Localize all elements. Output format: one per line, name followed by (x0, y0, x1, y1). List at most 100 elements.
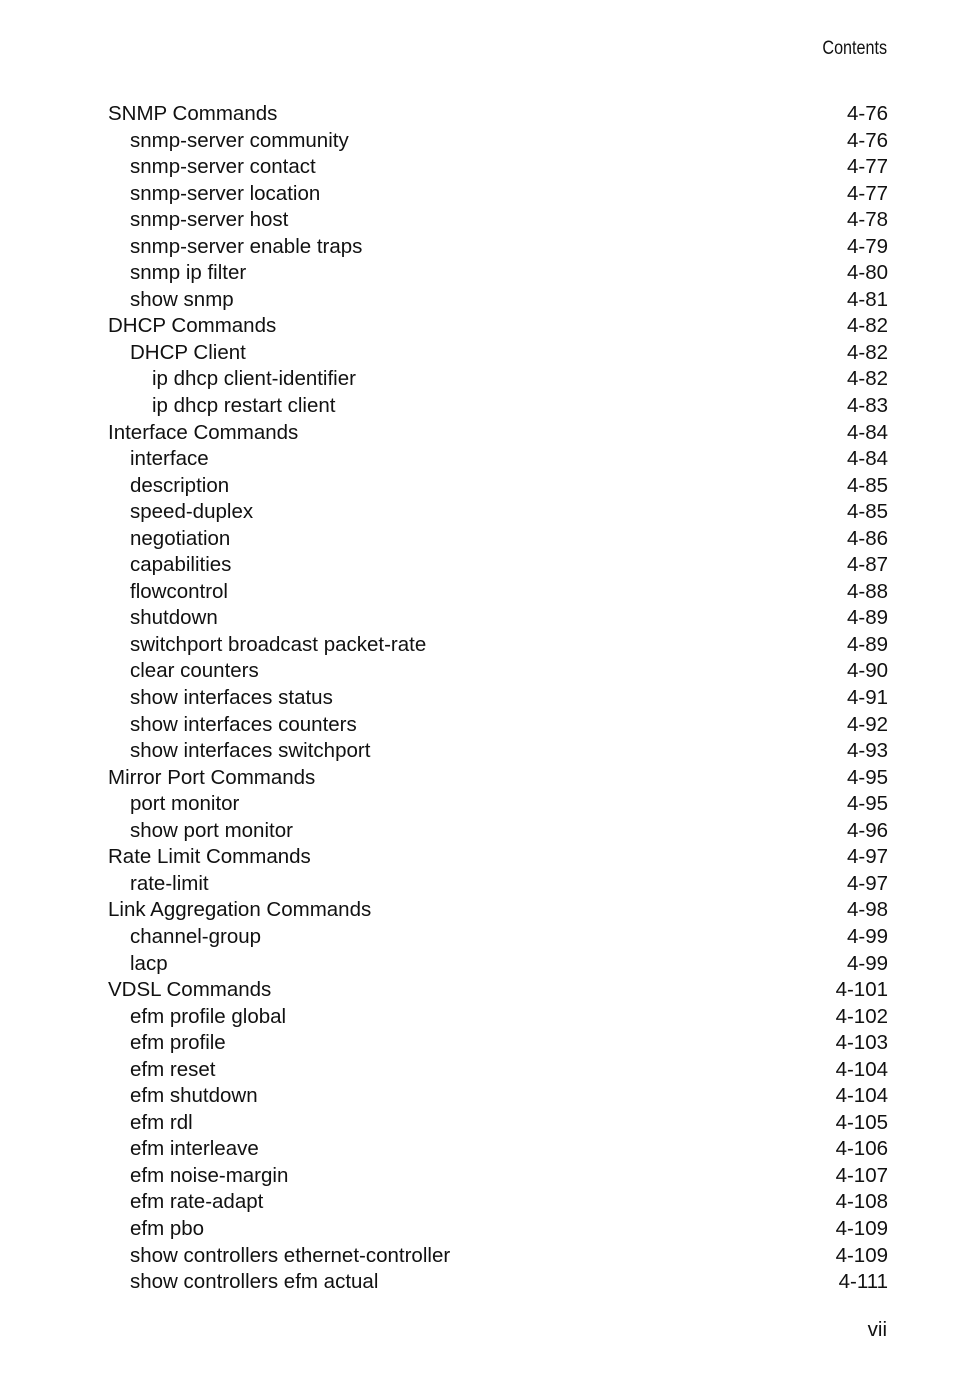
toc-entry-page[interactable]: 4-109 (836, 1243, 888, 1270)
toc-entry-page[interactable]: 4-82 (847, 366, 888, 393)
toc-entry[interactable]: port monitor 4-95 (108, 791, 888, 818)
toc-entry-title[interactable]: efm shutdown (108, 1084, 258, 1107)
toc-entry-page[interactable]: 4-93 (847, 738, 888, 765)
toc-section-entry[interactable]: DHCP Commands 4-82 (108, 313, 888, 340)
toc-entry-page[interactable]: 4-87 (847, 552, 888, 579)
toc-entry-title[interactable]: efm rdl (108, 1111, 193, 1134)
toc-section-entry[interactable]: Link Aggregation Commands 4-98 (108, 897, 888, 924)
toc-entry-title[interactable]: Rate Limit Commands (108, 845, 311, 868)
toc-entry-page[interactable]: 4-99 (847, 924, 888, 951)
toc-entry-page[interactable]: 4-97 (847, 844, 888, 871)
toc-entry-page[interactable]: 4-89 (847, 632, 888, 659)
toc-entry[interactable]: show interfaces status 4-91 (108, 685, 888, 712)
toc-entry-page[interactable]: 4-89 (847, 605, 888, 632)
toc-entry-title[interactable]: flowcontrol (108, 580, 228, 603)
toc-entry-title[interactable]: SNMP Commands (108, 102, 277, 125)
toc-entry-title[interactable]: negotiation (108, 527, 230, 550)
toc-entry[interactable]: flowcontrol 4-88 (108, 579, 888, 606)
toc-entry[interactable]: show port monitor 4-96 (108, 818, 888, 845)
toc-entry[interactable]: show snmp 4-81 (108, 287, 888, 314)
toc-entry-title[interactable]: switchport broadcast packet-rate (108, 633, 426, 656)
toc-entry-page[interactable]: 4-104 (836, 1083, 888, 1110)
toc-entry-title[interactable]: ip dhcp client-identifier (108, 367, 356, 390)
toc-entry-title[interactable]: ip dhcp restart client (108, 394, 335, 417)
toc-entry[interactable]: show interfaces counters 4-92 (108, 712, 888, 739)
toc-entry-page[interactable]: 4-96 (847, 818, 888, 845)
toc-entry[interactable]: shutdown 4-89 (108, 605, 888, 632)
toc-entry-title[interactable]: show controllers efm actual (108, 1270, 378, 1293)
toc-entry-title[interactable]: snmp-server host (108, 208, 288, 231)
toc-entry[interactable]: ip dhcp restart client 4-83 (108, 393, 888, 420)
toc-entry-page[interactable]: 4-90 (847, 658, 888, 685)
toc-entry-page[interactable]: 4-92 (847, 712, 888, 739)
toc-entry[interactable]: show interfaces switchport 4-93 (108, 738, 888, 765)
toc-entry-title[interactable]: rate-limit (108, 872, 209, 895)
toc-entry-title[interactable]: efm profile global (108, 1005, 286, 1028)
toc-entry[interactable]: efm shutdown 4-104 (108, 1083, 888, 1110)
toc-entry[interactable]: speed-duplex 4-85 (108, 499, 888, 526)
toc-entry-title[interactable]: show controllers ethernet-controller (108, 1244, 450, 1267)
toc-entry-title[interactable]: efm pbo (108, 1217, 204, 1240)
toc-entry[interactable]: description 4-85 (108, 473, 888, 500)
toc-entry-page[interactable]: 4-108 (836, 1189, 888, 1216)
toc-entry-title[interactable]: efm noise-margin (108, 1164, 288, 1187)
toc-entry[interactable]: snmp-server contact 4-77 (108, 154, 888, 181)
toc-entry[interactable]: snmp-server enable traps 4-79 (108, 234, 888, 261)
toc-entry[interactable]: snmp-server host 4-78 (108, 207, 888, 234)
toc-entry[interactable]: show controllers ethernet-controller 4-10… (108, 1243, 888, 1270)
toc-entry-title[interactable]: DHCP Client (108, 341, 246, 364)
toc-entry-title[interactable]: DHCP Commands (108, 314, 276, 337)
toc-entry-page[interactable]: 4-98 (847, 897, 888, 924)
toc-entry-title[interactable]: speed-duplex (108, 500, 253, 523)
toc-entry[interactable]: interface 4-84 (108, 446, 888, 473)
toc-entry[interactable]: ip dhcp client-identifier 4-82 (108, 366, 888, 393)
toc-entry-title[interactable]: snmp-server location (108, 182, 320, 205)
toc-entry-page[interactable]: 4-81 (847, 287, 888, 314)
toc-entry[interactable]: efm interleave 4-106 (108, 1136, 888, 1163)
toc-entry-page[interactable]: 4-82 (847, 313, 888, 340)
toc-entry-page[interactable]: 4-104 (836, 1057, 888, 1084)
toc-entry-page[interactable]: 4-84 (847, 446, 888, 473)
toc-entry-title[interactable]: show interfaces switchport (108, 739, 370, 762)
toc-entry-page[interactable]: 4-109 (836, 1216, 888, 1243)
toc-entry-page[interactable]: 4-106 (836, 1136, 888, 1163)
toc-entry-title[interactable]: snmp-server contact (108, 155, 316, 178)
toc-entry[interactable]: efm rate-adapt 4-108 (108, 1189, 888, 1216)
toc-entry-page[interactable]: 4-76 (847, 128, 888, 155)
toc-section-entry[interactable]: VDSL Commands 4-101 (108, 977, 888, 1004)
toc-entry-page[interactable]: 4-111 (839, 1269, 888, 1296)
toc-entry-page[interactable]: 4-99 (847, 951, 888, 978)
toc-entry-title[interactable]: snmp-server enable traps (108, 235, 362, 258)
toc-entry-page[interactable]: 4-95 (847, 765, 888, 792)
toc-entry-page[interactable]: 4-85 (847, 499, 888, 526)
toc-entry-title[interactable]: VDSL Commands (108, 978, 271, 1001)
toc-entry-title[interactable]: Link Aggregation Commands (108, 898, 371, 921)
toc-entry[interactable]: snmp-server location 4-77 (108, 181, 888, 208)
toc-entry-page[interactable]: 4-101 (836, 977, 888, 1004)
toc-entry[interactable]: efm pbo 4-109 (108, 1216, 888, 1243)
toc-entry[interactable]: snmp-server community 4-76 (108, 128, 888, 155)
toc-section-entry[interactable]: Interface Commands 4-84 (108, 420, 888, 447)
toc-entry-title[interactable]: port monitor (108, 792, 239, 815)
toc-entry-title[interactable]: efm interleave (108, 1137, 259, 1160)
toc-entry[interactable]: rate-limit 4-97 (108, 871, 888, 898)
toc-entry-title[interactable]: show interfaces counters (108, 713, 357, 736)
toc-entry-page[interactable]: 4-82 (847, 340, 888, 367)
toc-entry-page[interactable]: 4-77 (847, 154, 888, 181)
toc-entry-page[interactable]: 4-91 (847, 685, 888, 712)
toc-entry-page[interactable]: 4-79 (847, 234, 888, 261)
toc-entry-page[interactable]: 4-103 (836, 1030, 888, 1057)
toc-entry-page[interactable]: 4-84 (847, 420, 888, 447)
toc-entry-page[interactable]: 4-107 (836, 1163, 888, 1190)
toc-entry-page[interactable]: 4-102 (836, 1004, 888, 1031)
toc-entry-title[interactable]: efm rate-adapt (108, 1190, 263, 1213)
toc-section-entry[interactable]: Rate Limit Commands 4-97 (108, 844, 888, 871)
toc-entry-title[interactable]: shutdown (108, 606, 218, 629)
toc-entry[interactable]: efm reset 4-104 (108, 1057, 888, 1084)
toc-entry-title[interactable]: snmp ip filter (108, 261, 246, 284)
toc-entry-title[interactable]: interface (108, 447, 209, 470)
toc-entry-title[interactable]: snmp-server community (108, 129, 349, 152)
toc-entry-page[interactable]: 4-78 (847, 207, 888, 234)
toc-entry[interactable]: channel-group 4-99 (108, 924, 888, 951)
toc-entry-title[interactable]: efm reset (108, 1058, 215, 1081)
